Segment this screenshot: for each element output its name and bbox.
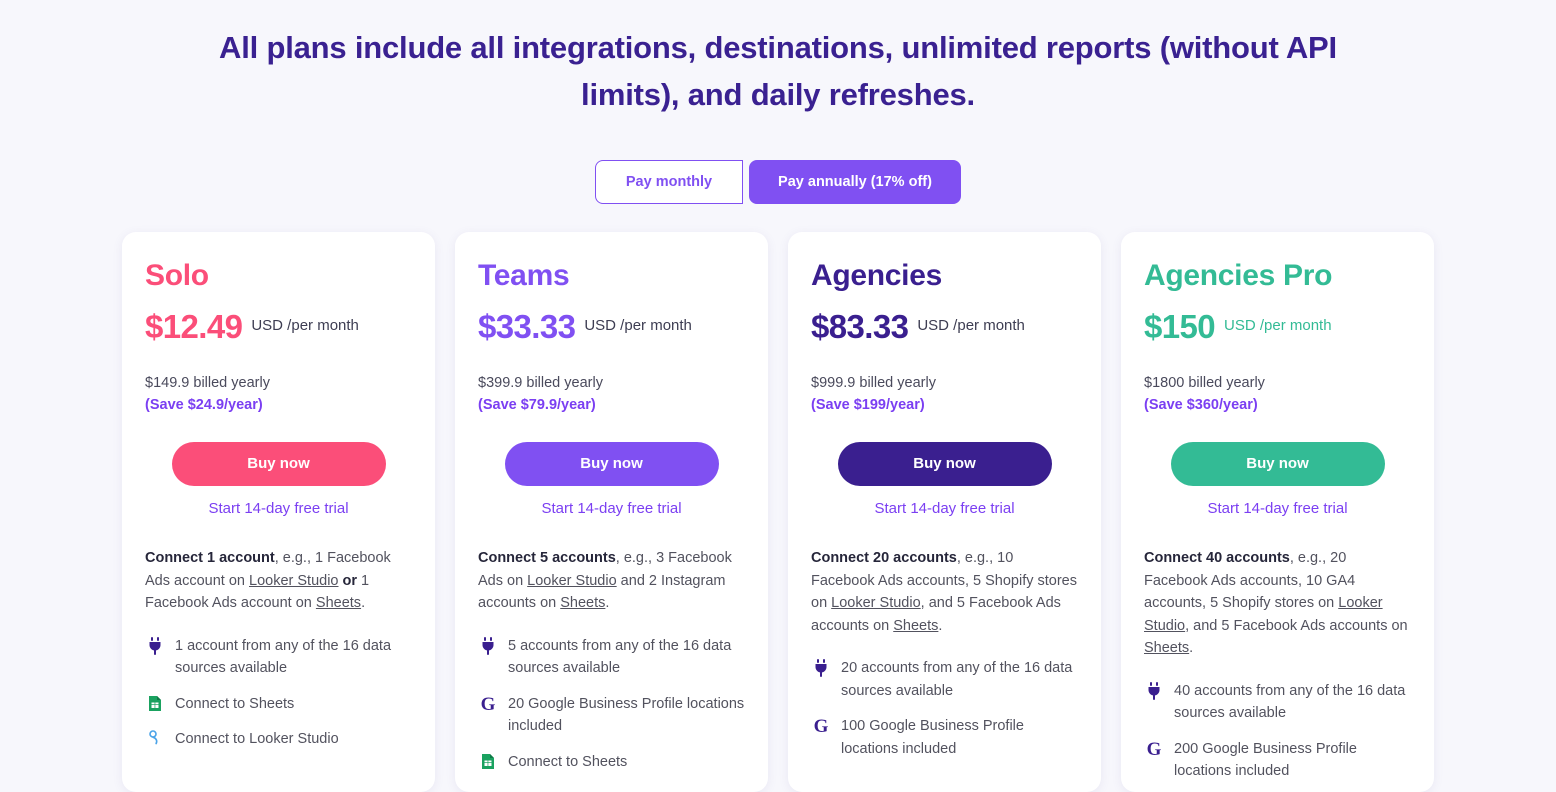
price-unit-label: USD /per month <box>917 317 1025 334</box>
savings-text: (Save $79.9/year) <box>478 397 596 413</box>
plan-description-text: . <box>361 595 366 611</box>
pricing-cards: Solo $12.49 USD /per month $149.9 billed ye… <box>0 232 1556 792</box>
savings-text: (Save $199/year) <box>811 397 925 413</box>
feature-label: Connect to Sheets <box>508 753 628 770</box>
pricing-card: Agencies Pro $150 USD /per month $1800 bill… <box>1121 232 1434 792</box>
feature-item: 20 accounts from any of the 16 data sour… <box>811 657 1078 702</box>
feature-item: 40 accounts from any of the 16 data sour… <box>1144 680 1411 725</box>
destination-link[interactable]: Sheets <box>893 618 938 634</box>
plug-icon <box>145 635 165 655</box>
plug-icon <box>811 657 831 677</box>
feature-label: 5 accounts from any of the 16 data sourc… <box>508 637 732 677</box>
feature-item: 5 accounts from any of the 16 data sourc… <box>478 635 745 680</box>
feature-item: Connect to Sheets <box>478 751 745 774</box>
feature-label: 20 accounts from any of the 16 data sour… <box>841 660 1073 699</box>
buy-now-button[interactable]: Buy now <box>171 442 386 486</box>
savings-text: (Save $360/year) <box>1144 397 1258 413</box>
free-trial-link[interactable]: Start 14-day free trial <box>145 500 412 517</box>
plan-name: Teams <box>478 259 570 292</box>
plan-name: Agencies Pro <box>1144 259 1333 292</box>
google-icon: G <box>813 716 829 737</box>
feature-item: 1 account from any of the 16 data source… <box>145 635 412 680</box>
feature-list: 1 account from any of the 16 data source… <box>145 635 412 751</box>
plug-icon <box>478 635 498 655</box>
savings-text: (Save $24.9/year) <box>145 397 263 413</box>
destination-link[interactable]: Sheets <box>316 595 361 611</box>
plan-description: Connect 1 account, e.g., 1 Facebook Ads … <box>145 547 412 615</box>
sheets-icon <box>145 693 165 712</box>
plan-description: Connect 40 accounts, e.g., 20 Facebook A… <box>1144 547 1411 660</box>
feature-item: G 100 Google Business Profile locations i… <box>811 715 1078 760</box>
feature-label: Connect to Looker Studio <box>175 731 339 747</box>
feature-label: 40 accounts from any of the 16 data sour… <box>1174 682 1406 722</box>
plan-description-lead: Connect 40 accounts <box>1144 550 1290 566</box>
plan-name: Agencies <box>811 259 942 292</box>
plan-description-lead: Connect 1 account <box>145 550 275 566</box>
feature-list: 40 accounts from any of the 16 data sour… <box>1144 680 1411 783</box>
sheets-icon <box>478 751 498 770</box>
feature-list: 20 accounts from any of the 16 data sour… <box>811 657 1078 760</box>
plan-description-text: . <box>1189 640 1194 656</box>
feature-item: Connect to Sheets <box>145 693 412 716</box>
price-row: $12.49 USD /per month <box>145 308 412 346</box>
price-row: $33.33 USD /per month <box>478 308 745 346</box>
destination-link[interactable]: Sheets <box>560 595 605 611</box>
plan-price: $83.33 <box>811 308 909 345</box>
plan-description-emphasis: or <box>342 572 358 589</box>
pay-annually-button[interactable]: Pay annually (17% off) <box>749 160 961 204</box>
free-trial-link[interactable]: Start 14-day free trial <box>478 500 745 517</box>
feature-item: Connect to Looker Studio <box>145 728 412 751</box>
price-unit-label: USD /per month <box>584 317 692 334</box>
pricing-page: All plans include all integrations, dest… <box>0 0 1556 792</box>
looker-studio-icon <box>145 728 165 747</box>
destination-link[interactable]: Looker Studio <box>249 573 338 589</box>
price-row: $83.33 USD /per month <box>811 308 1078 346</box>
plan-price: $33.33 <box>478 308 576 345</box>
feature-label: 100 Google Business Profile locations in… <box>841 718 1024 757</box>
buy-now-button[interactable]: Buy now <box>837 442 1052 486</box>
page-headline: All plans include all integrations, dest… <box>219 30 1337 112</box>
destination-link[interactable]: Looker Studio <box>831 595 920 611</box>
feature-item: G 20 Google Business Profile locations in… <box>478 693 745 738</box>
billed-yearly-text: $399.9 billed yearly <box>478 375 603 391</box>
billed-yearly-text: $1800 billed yearly <box>1144 375 1265 391</box>
google-icon: G <box>480 693 496 715</box>
pricing-card: Solo $12.49 USD /per month $149.9 billed ye… <box>122 232 435 792</box>
pay-monthly-button[interactable]: Pay monthly <box>595 160 743 204</box>
price-row: $150 USD /per month <box>1144 308 1411 346</box>
plan-description-text: . <box>605 595 610 611</box>
plan-description-lead: Connect 20 accounts <box>811 550 957 566</box>
feature-label: 200 Google Business Profile locations in… <box>1174 740 1357 780</box>
feature-list: 5 accounts from any of the 16 data sourc… <box>478 635 745 774</box>
google-icon: G <box>1146 738 1162 760</box>
feature-label: 20 Google Business Profile locations inc… <box>508 695 745 735</box>
plan-name: Solo <box>145 259 209 292</box>
pricing-card: Teams $33.33 USD /per month $399.9 billed y… <box>455 232 768 792</box>
billed-yearly-text: $149.9 billed yearly <box>145 375 270 391</box>
plan-price: $12.49 <box>145 308 243 345</box>
feature-item: G 200 Google Business Profile locations i… <box>1144 738 1411 783</box>
pricing-card: Agencies $83.33 USD /per month $999.9 bille… <box>788 232 1101 792</box>
price-unit-label: USD /per month <box>251 317 359 334</box>
destination-link[interactable]: Looker Studio <box>527 573 616 589</box>
plug-icon <box>1144 680 1164 700</box>
billing-period-toggle: Pay monthly Pay annually (17% off) <box>0 160 1556 204</box>
feature-label: 1 account from any of the 16 data source… <box>175 637 392 677</box>
plan-description-text: . <box>938 617 943 634</box>
buy-now-button[interactable]: Buy now <box>1170 442 1385 486</box>
plan-description: Connect 5 accounts, e.g., 3 Facebook Ads… <box>478 547 745 615</box>
price-unit-label: USD /per month <box>1224 317 1332 334</box>
free-trial-link[interactable]: Start 14-day free trial <box>811 500 1078 517</box>
plan-description-lead: Connect 5 accounts <box>478 550 616 566</box>
plan-description: Connect 20 accounts, e.g., 10 Facebook A… <box>811 547 1078 637</box>
billed-yearly-text: $999.9 billed yearly <box>811 375 936 391</box>
buy-now-button[interactable]: Buy now <box>504 442 719 486</box>
plan-description-text: , and 5 Facebook Ads accounts on <box>1185 617 1408 634</box>
plan-price: $150 <box>1144 308 1216 345</box>
feature-label: Connect to Sheets <box>175 695 295 712</box>
destination-link[interactable]: Sheets <box>1144 640 1189 656</box>
free-trial-link[interactable]: Start 14-day free trial <box>1144 500 1411 517</box>
